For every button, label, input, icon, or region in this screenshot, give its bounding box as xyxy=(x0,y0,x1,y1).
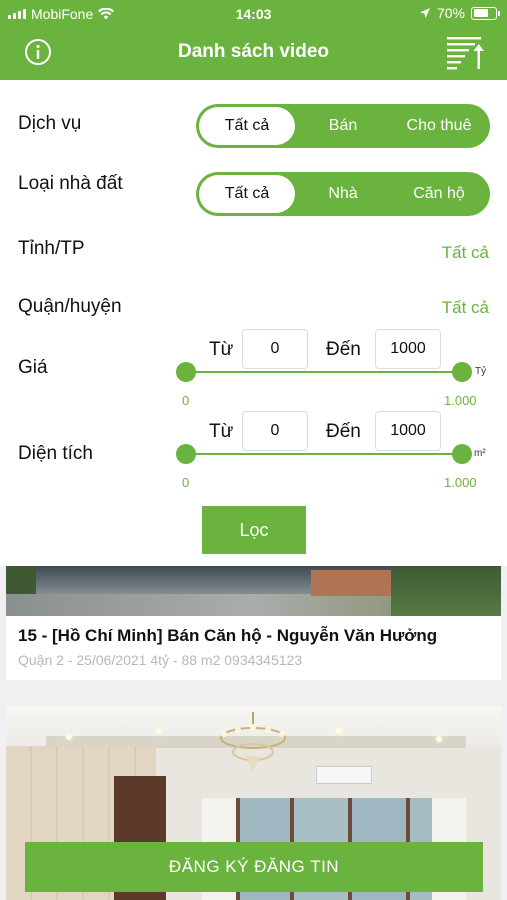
price-to-input[interactable] xyxy=(375,329,441,369)
district-select[interactable]: Tất cả xyxy=(442,298,489,318)
price-slider-track xyxy=(186,371,462,373)
register-post-button[interactable]: ĐĂNG KÝ ĐĂNG TIN xyxy=(25,842,483,892)
property-type-label: Loại nhà đất xyxy=(18,173,123,194)
area-from-input[interactable] xyxy=(242,411,308,451)
area-to-label: Đến xyxy=(326,421,361,442)
status-right: 70% xyxy=(419,5,500,21)
service-option-sell[interactable]: Bán xyxy=(295,107,391,145)
location-arrow-icon xyxy=(419,8,430,18)
property-type-segmented-control: Tất cả Nhà Căn hộ xyxy=(196,172,490,216)
price-to-label: Đến xyxy=(326,339,361,360)
area-unit: m² xyxy=(474,448,486,459)
video-thumbnail xyxy=(6,566,501,616)
service-segmented-control: Tất cả Bán Cho thuê xyxy=(196,104,490,148)
province-select[interactable]: Tất cả xyxy=(442,243,489,263)
property-type-option-all[interactable]: Tất cả xyxy=(199,175,295,213)
video-card[interactable]: 15 - [Hồ Chí Minh] Bán Căn hộ - Nguyễn V… xyxy=(6,566,501,680)
price-slider-min-handle[interactable] xyxy=(176,362,196,382)
battery-percent: 70% xyxy=(436,5,465,21)
price-slider-max-value: 1.000 xyxy=(444,393,477,408)
page-title: Danh sách video xyxy=(178,41,329,62)
area-from-label: Từ xyxy=(209,421,234,442)
area-slider-max-value: 1.000 xyxy=(444,475,477,490)
province-label: Tỉnh/TP xyxy=(18,238,85,259)
price-from-input[interactable] xyxy=(242,329,308,369)
district-label: Quận/huyện xyxy=(18,296,122,317)
property-type-option-apartment[interactable]: Căn hộ xyxy=(391,175,487,213)
area-slider-max-handle[interactable] xyxy=(452,444,472,464)
area-label: Diện tích xyxy=(18,443,93,464)
price-unit: Tỷ xyxy=(475,366,487,377)
filter-button[interactable]: Lọc xyxy=(202,506,306,554)
price-slider-max-handle[interactable] xyxy=(452,362,472,382)
chandelier-illustration xyxy=(220,712,286,772)
service-option-rent[interactable]: Cho thuê xyxy=(391,107,487,145)
sort-icon[interactable] xyxy=(445,34,485,72)
area-to-input[interactable] xyxy=(375,411,441,451)
battery-icon xyxy=(471,6,500,20)
area-slider-track xyxy=(186,453,462,455)
property-type-option-house[interactable]: Nhà xyxy=(295,175,391,213)
service-option-all[interactable]: Tất cả xyxy=(199,107,295,145)
service-label: Dịch vụ xyxy=(18,113,82,134)
price-label: Giá xyxy=(18,357,48,378)
area-slider-min-handle[interactable] xyxy=(176,444,196,464)
nav-bar: Danh sách video xyxy=(0,28,507,80)
video-subtitle: Quận 2 - 25/06/2021 4tỷ - 88 m2 09343451… xyxy=(18,652,303,668)
price-slider-min-value: 0 xyxy=(182,393,190,408)
video-title: 15 - [Hồ Chí Minh] Bán Căn hộ - Nguyễn V… xyxy=(18,626,438,645)
price-from-label: Từ xyxy=(209,339,234,360)
area-slider-min-value: 0 xyxy=(182,475,190,490)
status-bar: MobiFone 14:03 70% xyxy=(0,0,507,28)
